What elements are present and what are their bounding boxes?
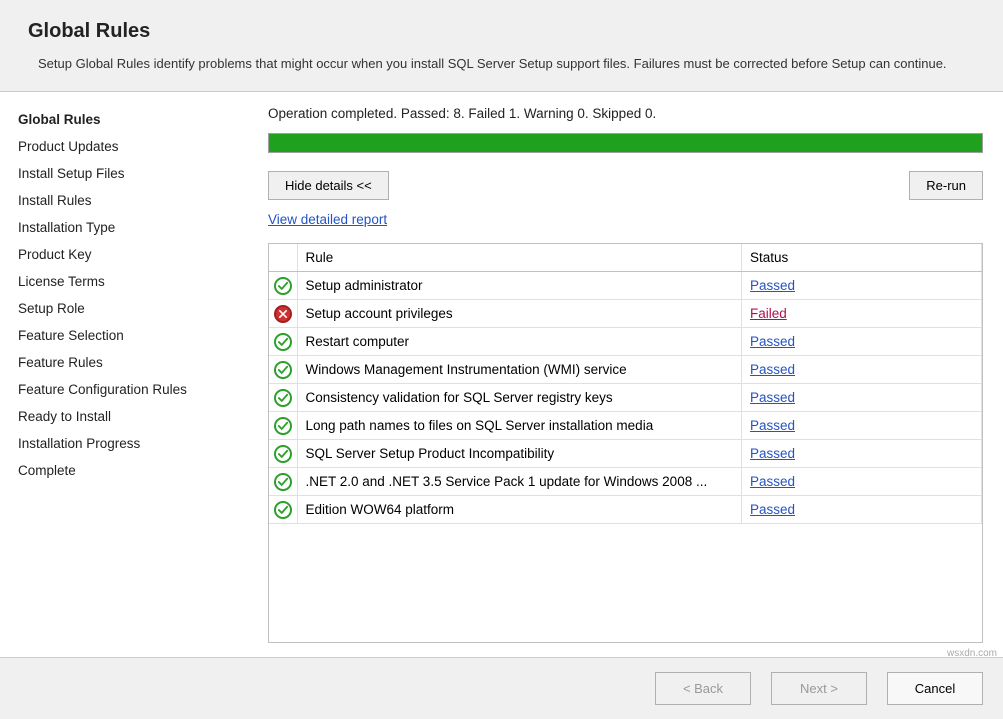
status-cell: Passed [742, 272, 982, 300]
table-row: Windows Management Instrumentation (WMI)… [269, 356, 982, 384]
table-row: Setup account privileges Failed [269, 300, 982, 328]
table-header-icon [269, 244, 297, 272]
table-header-rule: Rule [297, 244, 742, 272]
pass-icon [269, 272, 297, 300]
pass-icon [269, 356, 297, 384]
table-row: Setup administrator Passed [269, 272, 982, 300]
operation-summary: Operation completed. Passed: 8. Failed 1… [268, 106, 983, 121]
page-description: Setup Global Rules identify problems tha… [28, 55, 983, 73]
table-row: SQL Server Setup Product Incompatibility… [269, 440, 982, 468]
rule-cell: Setup administrator [297, 272, 742, 300]
table-row: Long path names to files on SQL Server i… [269, 412, 982, 440]
status-link[interactable]: Failed [750, 306, 787, 321]
table-row: .NET 2.0 and .NET 3.5 Service Pack 1 upd… [269, 468, 982, 496]
view-detailed-report-link[interactable]: View detailed report [268, 212, 983, 227]
rule-cell: .NET 2.0 and .NET 3.5 Service Pack 1 upd… [297, 468, 742, 496]
rule-cell: Windows Management Instrumentation (WMI)… [297, 356, 742, 384]
wizard-footer: < Back Next > Cancel [0, 657, 1003, 719]
back-button[interactable]: < Back [655, 672, 751, 705]
pass-icon [269, 384, 297, 412]
sidebar-item[interactable]: License Terms [18, 268, 240, 295]
sidebar-item[interactable]: Installation Progress [18, 430, 240, 457]
progress-bar [268, 133, 983, 153]
sidebar-item[interactable]: Complete [18, 457, 240, 484]
status-link[interactable]: Passed [750, 418, 795, 433]
status-cell: Passed [742, 356, 982, 384]
table-row: Edition WOW64 platform Passed [269, 496, 982, 524]
rule-cell: Restart computer [297, 328, 742, 356]
watermark: wsxdn.com [947, 648, 997, 659]
status-link[interactable]: Passed [750, 362, 795, 377]
status-link[interactable]: Passed [750, 278, 795, 293]
sidebar-item[interactable]: Global Rules [18, 106, 240, 133]
status-cell: Failed [742, 300, 982, 328]
cancel-button[interactable]: Cancel [887, 672, 983, 705]
status-link[interactable]: Passed [750, 502, 795, 517]
wizard-body: Global RulesProduct UpdatesInstall Setup… [0, 92, 1003, 657]
page-title: Global Rules [28, 20, 983, 43]
pass-icon [269, 440, 297, 468]
sidebar-item[interactable]: Install Rules [18, 187, 240, 214]
rules-table: Rule Status Setup administratorPassedSet… [269, 244, 982, 524]
sidebar-item[interactable]: Ready to Install [18, 403, 240, 430]
pass-icon [269, 496, 297, 524]
sidebar-item[interactable]: Product Key [18, 241, 240, 268]
status-cell: Passed [742, 328, 982, 356]
fail-icon [269, 300, 297, 328]
pass-icon [269, 468, 297, 496]
wizard-main: Operation completed. Passed: 8. Failed 1… [250, 92, 1003, 657]
table-row: Consistency validation for SQL Server re… [269, 384, 982, 412]
table-row: Restart computer Passed [269, 328, 982, 356]
sidebar-item[interactable]: Feature Selection [18, 322, 240, 349]
table-header-status: Status [742, 244, 982, 272]
status-cell: Passed [742, 440, 982, 468]
status-cell: Passed [742, 412, 982, 440]
rule-cell: Long path names to files on SQL Server i… [297, 412, 742, 440]
sidebar-item[interactable]: Feature Configuration Rules [18, 376, 240, 403]
rule-cell: Consistency validation for SQL Server re… [297, 384, 742, 412]
next-button[interactable]: Next > [771, 672, 867, 705]
rerun-button[interactable]: Re-run [909, 171, 983, 200]
rules-table-container: Rule Status Setup administratorPassedSet… [268, 243, 983, 643]
sidebar-item[interactable]: Setup Role [18, 295, 240, 322]
sidebar-item[interactable]: Installation Type [18, 214, 240, 241]
sidebar-item[interactable]: Feature Rules [18, 349, 240, 376]
sidebar-item[interactable]: Install Setup Files [18, 160, 240, 187]
status-link[interactable]: Passed [750, 390, 795, 405]
status-cell: Passed [742, 468, 982, 496]
sidebar-item[interactable]: Product Updates [18, 133, 240, 160]
rule-cell: SQL Server Setup Product Incompatibility [297, 440, 742, 468]
pass-icon [269, 328, 297, 356]
wizard-header: Global Rules Setup Global Rules identify… [0, 0, 1003, 92]
rule-cell: Edition WOW64 platform [297, 496, 742, 524]
hide-details-button[interactable]: Hide details << [268, 171, 389, 200]
status-link[interactable]: Passed [750, 474, 795, 489]
wizard-sidebar: Global RulesProduct UpdatesInstall Setup… [0, 92, 250, 657]
status-link[interactable]: Passed [750, 446, 795, 461]
rule-cell: Setup account privileges [297, 300, 742, 328]
status-cell: Passed [742, 384, 982, 412]
status-cell: Passed [742, 496, 982, 524]
status-link[interactable]: Passed [750, 334, 795, 349]
pass-icon [269, 412, 297, 440]
